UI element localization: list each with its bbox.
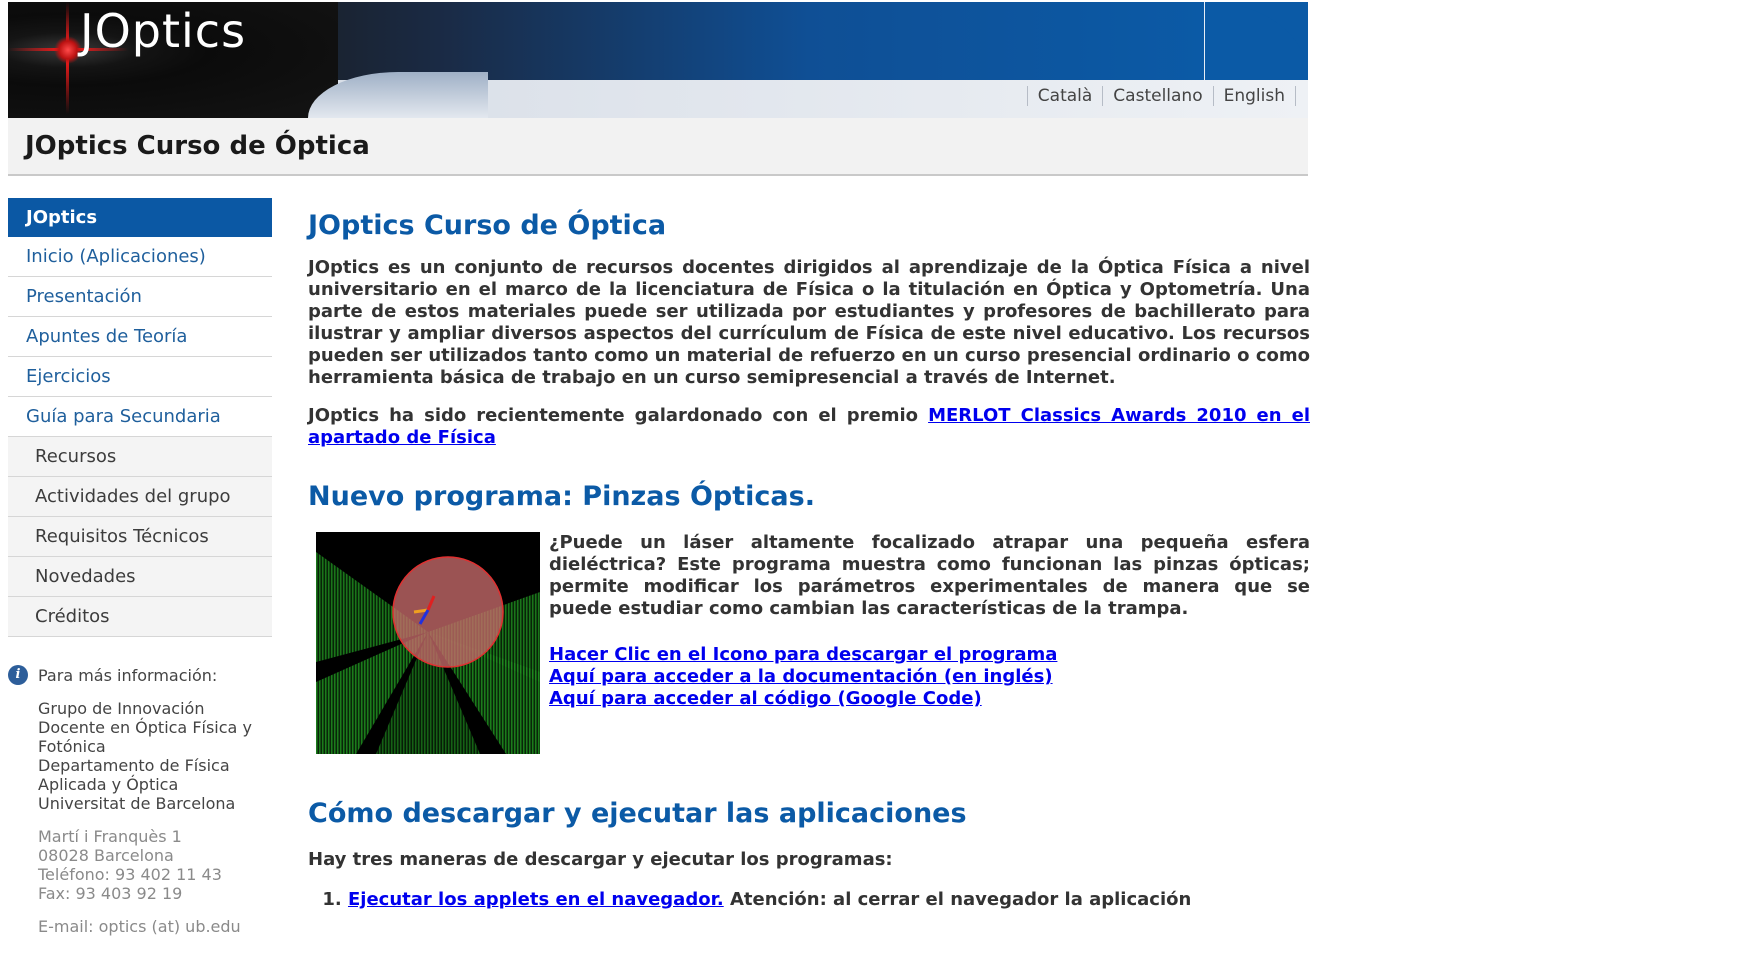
tweezers-description: ¿Puede un láser altamente focalizado atr…: [549, 532, 1310, 619]
email-line: E-mail: optics (at) ub.edu: [38, 917, 241, 936]
address-block: Martí i Franquès 1 08028 Barcelona Teléf…: [38, 827, 272, 903]
download-program-link[interactable]: Hacer Clic en el Icono para descargar el…: [549, 644, 1057, 665]
fax-line: Fax: 93 403 92 19: [38, 884, 183, 903]
sidebar-item-ejercicios[interactable]: Ejercicios: [8, 357, 272, 397]
sidebar-subitem-requisitos[interactable]: Requisitos Técnicos: [8, 517, 272, 557]
sidebar-subitem-actividades[interactable]: Actividades del grupo: [8, 477, 272, 517]
lang-castellano[interactable]: Castellano: [1102, 86, 1212, 106]
lang-english[interactable]: English: [1212, 86, 1296, 106]
tweezers-section: ¿Puede un láser altamente focalizado atr…: [308, 532, 1310, 754]
sidebar-item-inicio[interactable]: Inicio (Aplicaciones): [8, 237, 272, 277]
optical-tweezers-program-icon[interactable]: [316, 532, 540, 754]
org-line: Aplicada y Óptica: [38, 775, 179, 794]
org-line: Grupo de Innovación: [38, 699, 205, 718]
info-icon: i: [8, 665, 28, 685]
run-applets-link[interactable]: Ejecutar los applets en el navegador.: [348, 889, 724, 910]
tweezers-preview-image: [316, 532, 540, 754]
title-bar: JOptics Curso de Óptica: [8, 118, 1308, 176]
address-line: Martí i Franquès 1: [38, 827, 182, 846]
list-item-text: Atención: al cerrar el navegador la apli…: [730, 889, 1192, 910]
site-logo[interactable]: JOptics: [80, 4, 246, 58]
section-title-curso: JOptics Curso de Óptica: [308, 210, 667, 241]
org-line: Universitat de Barcelona: [38, 794, 236, 813]
page-title: JOptics Curso de Óptica: [25, 131, 370, 161]
intro-paragraph: JOptics es un conjunto de recursos docen…: [308, 257, 1310, 388]
award-paragraph: JOptics ha sido recientemente galardonad…: [308, 405, 1310, 449]
section-title-descargar: Cómo descargar y ejecutar las aplicacion…: [308, 798, 967, 829]
tweezers-links: Hacer Clic en el Icono para descargar el…: [549, 644, 1310, 710]
address-line: 08028 Barcelona: [38, 846, 174, 865]
organization-block: Grupo de Innovación Docente en Óptica Fí…: [38, 699, 272, 813]
sidebar-item-guia-secundaria[interactable]: Guía para Secundaria: [8, 397, 272, 437]
language-selector: Català Castellano English: [1026, 86, 1296, 106]
page-header: JOptics Català Castellano English JOptic…: [8, 2, 1308, 176]
download-intro: Hay tres maneras de descargar y ejecutar…: [308, 849, 893, 870]
contact-heading: Para más información:: [38, 665, 218, 685]
sidebar-item-presentacion[interactable]: Presentación: [8, 277, 272, 317]
sidebar-subitem-novedades[interactable]: Novedades: [8, 557, 272, 597]
lang-catala[interactable]: Català: [1026, 86, 1103, 106]
tweezers-description-block: ¿Puede un láser altamente focalizado atr…: [549, 532, 1310, 754]
sidebar-subitem-creditos[interactable]: Créditos: [8, 597, 272, 637]
phone-line: Teléfono: 93 402 11 43: [38, 865, 222, 884]
sidebar: JOptics Inicio (Aplicaciones) Presentaci…: [8, 198, 272, 936]
site-banner: JOptics Català Castellano English: [8, 2, 1308, 118]
main-content: JOptics Curso de Óptica JOptics es un co…: [308, 198, 1310, 911]
source-code-link[interactable]: Aquí para acceder al código (Google Code…: [549, 688, 982, 709]
org-line: Docente en Óptica Física y: [38, 718, 252, 737]
section-title-pinzas: Nuevo programa: Pinzas Ópticas.: [308, 481, 815, 512]
org-line: Fotónica: [38, 737, 106, 756]
org-line: Departamento de Física: [38, 756, 230, 775]
list-item: Ejecutar los applets en el navegador. At…: [348, 889, 1310, 911]
sidebar-subitem-recursos[interactable]: Recursos: [8, 437, 272, 477]
award-text: JOptics ha sido recientemente galardonad…: [308, 405, 919, 426]
download-methods-list: Ejecutar los applets en el navegador. At…: [308, 889, 1310, 911]
sidebar-item-apuntes[interactable]: Apuntes de Teoría: [8, 317, 272, 357]
documentation-link[interactable]: Aquí para acceder a la documentación (en…: [549, 666, 1053, 687]
contact-info: i Para más información: Grupo de Innovac…: [8, 665, 272, 936]
sidebar-heading[interactable]: JOptics: [8, 198, 272, 237]
